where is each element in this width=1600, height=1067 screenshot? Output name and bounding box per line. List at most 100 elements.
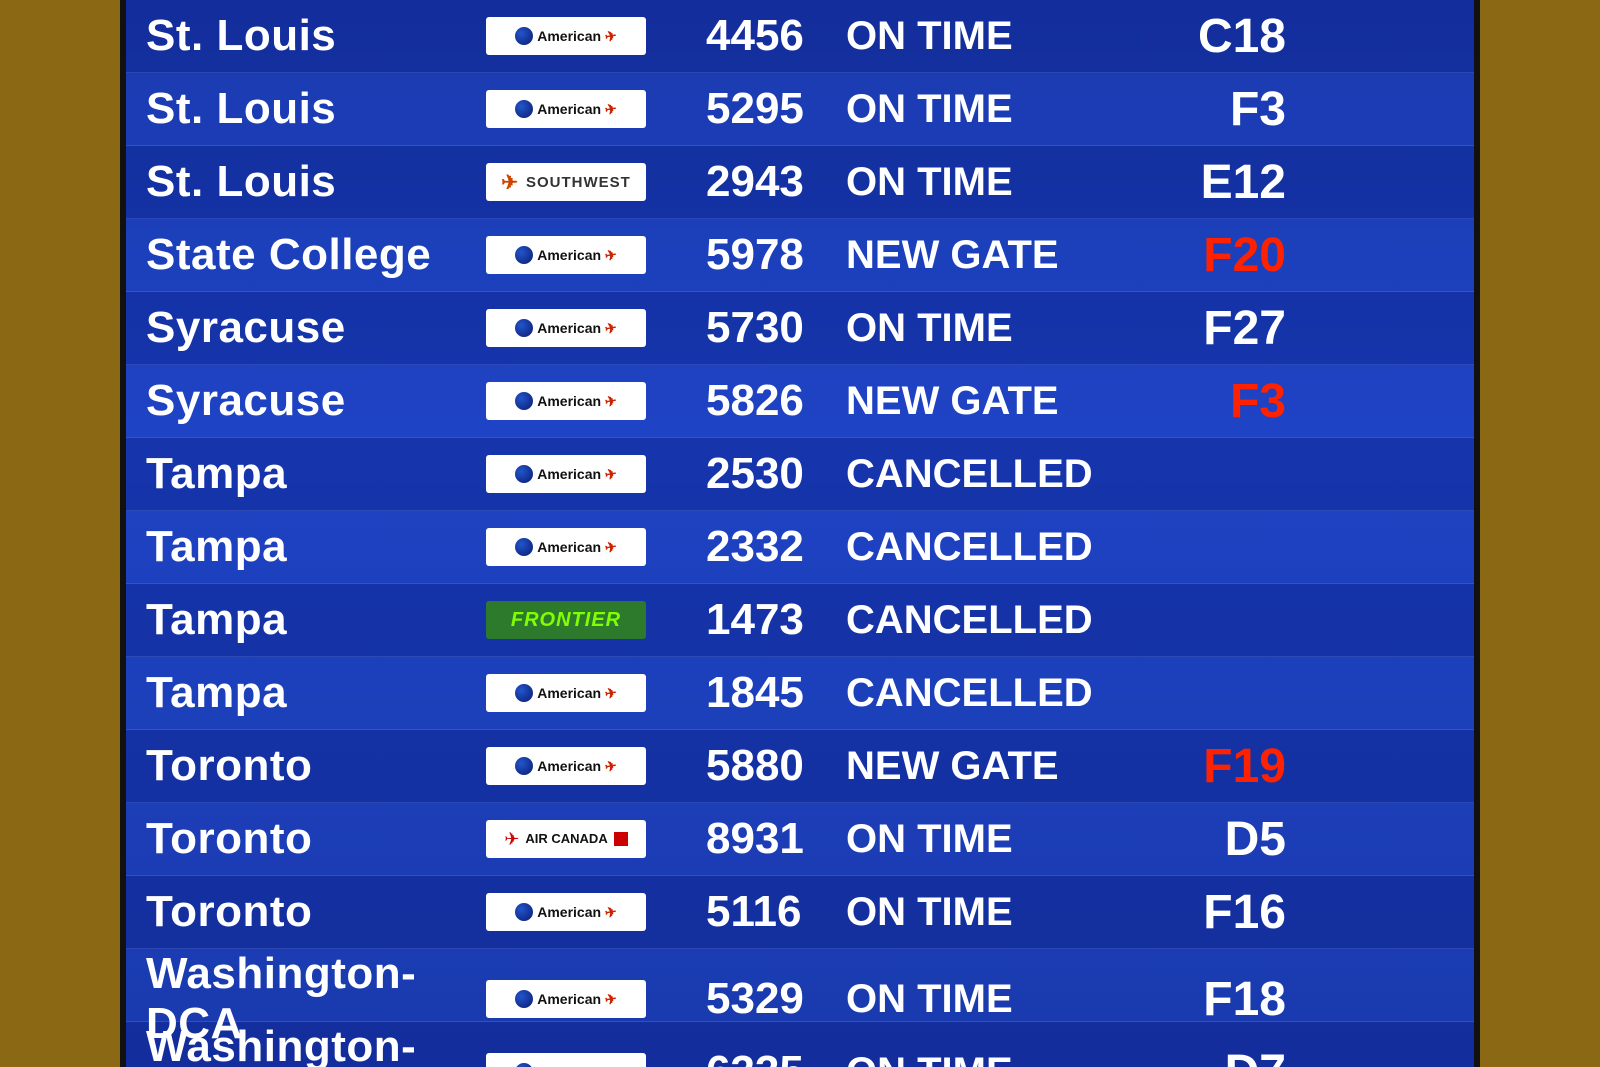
globe-icon — [515, 1063, 533, 1067]
status-cell: ON TIME — [846, 160, 1126, 205]
flight-number-cell: 5116 — [706, 887, 846, 937]
table-row: Syracuse American ✈ 5826 NEW GATE F3 — [126, 365, 1474, 438]
plane-icon: ✈ — [604, 465, 619, 484]
status-cell: ON TIME — [846, 306, 1126, 351]
flight-rows-container: St. Louis American ✈ 4456 ON TIME C18 St… — [126, 0, 1474, 1067]
plane-icon: ✈ — [604, 1063, 619, 1067]
american-badge: American ✈ — [486, 893, 646, 931]
status-cell: ON TIME — [846, 1050, 1126, 1067]
flight-number-cell: 2332 — [706, 522, 846, 572]
airline-cell: American ✈ — [486, 747, 706, 785]
american-badge: American ✈ — [486, 528, 646, 566]
nec-brand-label — [122, 639, 126, 647]
table-row: Tampa American ✈ 1845 CANCELLED — [126, 657, 1474, 730]
status-cell: ON TIME — [846, 890, 1126, 935]
gate-cell: F18 — [1126, 972, 1286, 1027]
plane-icon: ✈ — [604, 990, 619, 1009]
flight-number-cell: 5295 — [706, 84, 846, 134]
destination-cell: Washington-IAD — [146, 1022, 486, 1067]
airline-cell: American ✈ — [486, 528, 706, 566]
status-cell: CANCELLED — [846, 598, 1126, 643]
gate-cell: F16 — [1126, 885, 1286, 940]
table-row: Washington-DCA American ✈ 5329 ON TIME F… — [126, 949, 1474, 1022]
american-badge: American ✈ — [486, 747, 646, 785]
aircanada-box-icon — [614, 832, 628, 846]
gate-cell: F19 — [1126, 739, 1286, 794]
american-badge: American ✈ — [486, 90, 646, 128]
american-badge: American ✈ — [486, 382, 646, 420]
flight-number-cell: 6335 — [706, 1047, 846, 1067]
status-cell: NEW GATE — [846, 379, 1126, 424]
plane-icon: ✈ — [604, 684, 619, 703]
american-badge: American ✈ — [486, 309, 646, 347]
status-cell: ON TIME — [846, 817, 1126, 862]
airline-cell: American ✈ — [486, 455, 706, 493]
status-cell: ON TIME — [846, 977, 1126, 1022]
gate-cell: F27 — [1126, 301, 1286, 356]
airline-cell: American ✈ — [486, 980, 706, 1018]
screen-wrapper: St. Louis American ✈ 4456 ON TIME C18 St… — [60, 0, 1540, 1067]
american-badge: American ✈ — [486, 980, 646, 1018]
globe-icon — [515, 538, 533, 556]
globe-icon — [515, 27, 533, 45]
table-row: Tampa FRONTIER 1473 CANCELLED — [126, 584, 1474, 657]
airline-cell: American ✈ — [486, 382, 706, 420]
airline-cell: American ✈ — [486, 236, 706, 274]
flight-number-cell: 1473 — [706, 595, 846, 645]
table-row: St. Louis ✈ SOUTHWEST 2943 ON TIME E12 — [126, 146, 1474, 219]
american-badge: American ✈ — [486, 17, 646, 55]
plane-icon: ✈ — [604, 319, 619, 338]
plane-icon: ✈ — [604, 246, 619, 265]
american-badge: American ✈ — [486, 674, 646, 712]
flight-number-cell: 2530 — [706, 449, 846, 499]
gate-cell: F3 — [1126, 82, 1286, 137]
flight-number-cell: 2943 — [706, 157, 846, 207]
aircanada-badge: ✈ AIR CANADA — [486, 820, 646, 858]
destination-cell: St. Louis — [146, 157, 486, 207]
plane-icon: ✈ — [604, 392, 619, 411]
airline-cell: ✈ SOUTHWEST — [486, 163, 706, 201]
airline-cell: American ✈ — [486, 1053, 706, 1067]
globe-icon — [515, 392, 533, 410]
globe-icon — [515, 903, 533, 921]
gate-cell: F3 — [1126, 374, 1286, 429]
flight-number-cell: 5978 — [706, 230, 846, 280]
flight-number-cell: 8931 — [706, 814, 846, 864]
status-cell: CANCELLED — [846, 452, 1126, 497]
airline-cell: American ✈ — [486, 17, 706, 55]
status-cell: NEW GATE — [846, 233, 1126, 278]
destination-cell: St. Louis — [146, 11, 486, 61]
globe-icon — [515, 684, 533, 702]
globe-icon — [515, 757, 533, 775]
airline-cell: American ✈ — [486, 90, 706, 128]
globe-icon — [515, 246, 533, 264]
destination-cell: Toronto — [146, 887, 486, 937]
destination-cell: St. Louis — [146, 84, 486, 134]
maple-icon: ✈ — [504, 829, 519, 850]
flight-number-cell: 5329 — [706, 974, 846, 1024]
airline-cell: American ✈ — [486, 309, 706, 347]
flight-number-cell: 1845 — [706, 668, 846, 718]
globe-icon — [515, 465, 533, 483]
flight-number-cell: 4456 — [706, 11, 846, 61]
globe-icon — [515, 319, 533, 337]
table-row: Toronto ✈ AIR CANADA 8931 ON TIME D5 — [126, 803, 1474, 876]
destination-cell: Tampa — [146, 449, 486, 499]
table-row: St. Louis American ✈ 5295 ON TIME F3 — [126, 73, 1474, 146]
table-row: Tampa American ✈ 2332 CANCELLED — [126, 511, 1474, 584]
airline-cell: ✈ AIR CANADA — [486, 820, 706, 858]
status-cell: CANCELLED — [846, 671, 1126, 716]
status-cell: NEW GATE — [846, 744, 1126, 789]
airline-cell: American ✈ — [486, 893, 706, 931]
globe-icon — [515, 990, 533, 1008]
gate-cell: F20 — [1126, 228, 1286, 283]
flight-number-cell: 5730 — [706, 303, 846, 353]
status-cell: ON TIME — [846, 14, 1126, 59]
status-cell: ON TIME — [846, 87, 1126, 132]
table-row: Washington-IAD American ✈ 6335 ON TIME D… — [126, 1022, 1474, 1067]
table-row: Toronto American ✈ 5116 ON TIME F16 — [126, 876, 1474, 949]
american-badge: American ✈ — [486, 236, 646, 274]
gate-cell: D5 — [1126, 812, 1286, 867]
airline-cell: FRONTIER — [486, 601, 706, 639]
flight-number-cell: 5880 — [706, 741, 846, 791]
